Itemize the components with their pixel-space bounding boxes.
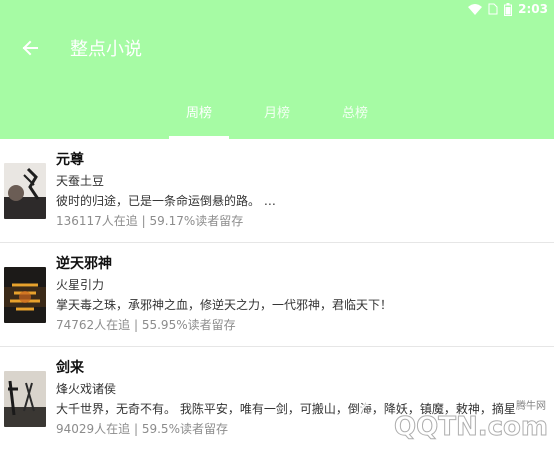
status-time: 2:03 [518, 2, 548, 16]
book-description: 彼时的归途，已是一条命运倒悬的路。 … [56, 194, 276, 208]
toolbar: 整点小说 [0, 24, 554, 72]
battery-icon [504, 2, 513, 16]
list-item[interactable]: 逆天邪神 火星引力 掌天毒之珠，承邪神之血，修逆天之力，一代邪神，君临天下！ 7… [0, 243, 554, 347]
book-title: 元尊 [56, 152, 84, 168]
arrow-left-icon [22, 40, 38, 56]
watermark: 腾牛网 QQTN.com [350, 397, 549, 443]
list-item[interactable]: 元尊 天蚕土豆 彼时的归途，已是一条命运倒悬的路。 … 136117人在追 | … [0, 139, 554, 243]
book-title: 逆天邪神 [56, 256, 112, 272]
tab-total[interactable]: 总榜 [331, 92, 379, 139]
watermark-logo-icon [356, 399, 384, 438]
book-cover [4, 163, 46, 219]
tab-monthly[interactable]: 月榜 [253, 92, 301, 139]
book-description: 掌天毒之珠，承邪神之血，修逆天之力，一代邪神，君临天下！ [56, 298, 393, 312]
watermark-caption: 腾牛网 [514, 397, 548, 412]
book-author: 天蚕土豆 [56, 174, 105, 188]
page-title: 整点小说 [70, 39, 142, 60]
book-cover [4, 267, 46, 323]
book-author: 烽火戏诸侯 [56, 382, 117, 396]
no-sim-icon [488, 3, 498, 15]
watermark-text: QQTN.com [394, 412, 549, 443]
app-header: 2:03 整点小说 周榜 月榜 总榜 [0, 0, 554, 139]
wifi-icon [468, 3, 483, 15]
book-author: 火星引力 [56, 278, 105, 292]
ranking-tabs: 周榜 月榜 总榜 [0, 92, 554, 139]
status-bar: 2:03 [454, 0, 554, 18]
book-stats: 136117人在追 | 59.17%读者留存 [56, 214, 244, 228]
book-stats: 74762人在追 | 55.95%读者留存 [56, 318, 236, 332]
back-button[interactable] [0, 24, 60, 72]
book-cover [4, 371, 46, 427]
tab-weekly[interactable]: 周榜 [169, 92, 229, 139]
book-title: 剑来 [56, 360, 84, 376]
